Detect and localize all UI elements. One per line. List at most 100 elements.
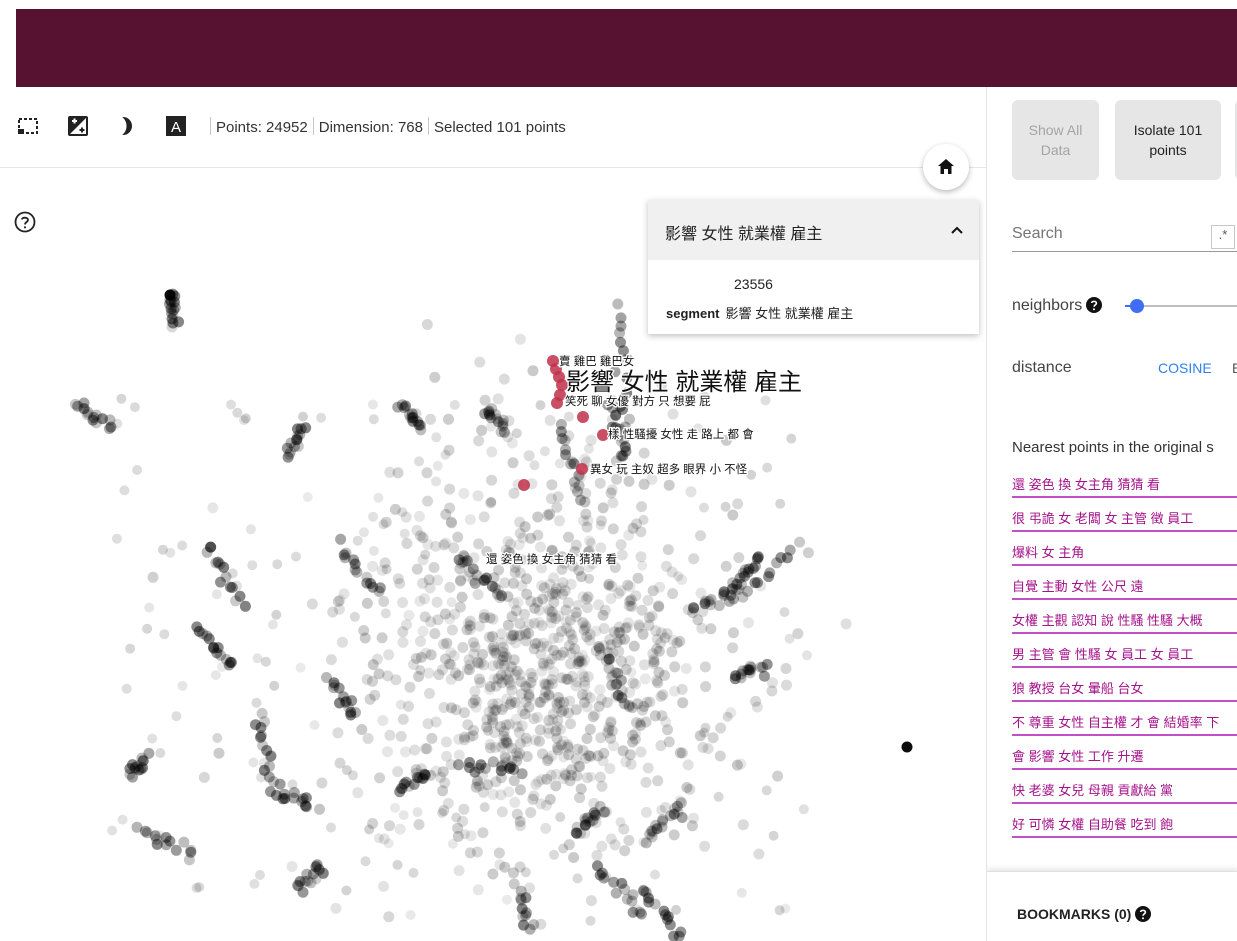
data-point[interactable]	[349, 611, 360, 622]
data-point[interactable]	[495, 426, 507, 438]
data-point[interactable]	[519, 625, 531, 637]
data-point[interactable]	[298, 411, 308, 422]
data-point[interactable]	[274, 778, 286, 790]
data-point[interactable]	[638, 514, 649, 525]
data-point[interactable]	[743, 617, 754, 629]
data-point[interactable]	[330, 902, 342, 914]
data-point[interactable]	[681, 782, 693, 793]
data-point[interactable]	[639, 673, 651, 685]
data-point[interactable]	[532, 711, 543, 723]
data-point[interactable]	[139, 825, 151, 837]
data-point[interactable]	[445, 659, 457, 670]
data-point[interactable]	[239, 600, 251, 612]
data-point[interactable]	[446, 624, 458, 636]
data-point[interactable]	[415, 665, 426, 676]
data-point[interactable]	[460, 829, 470, 840]
data-point[interactable]	[509, 796, 521, 808]
data-point[interactable]	[655, 691, 667, 702]
data-point[interactable]	[378, 596, 390, 607]
data-point[interactable]	[568, 852, 580, 863]
data-point[interactable]	[616, 549, 628, 561]
home-button[interactable]	[923, 144, 969, 190]
data-point[interactable]	[211, 589, 222, 600]
data-point[interactable]	[373, 668, 385, 680]
data-point[interactable]	[597, 502, 609, 514]
data-point[interactable]	[464, 757, 476, 768]
data-point[interactable]	[544, 414, 556, 426]
data-point[interactable]	[332, 727, 344, 739]
data-point[interactable]	[201, 546, 213, 558]
data-point[interactable]	[602, 646, 613, 657]
data-point[interactable]	[563, 411, 574, 422]
data-point[interactable]	[605, 717, 617, 729]
data-point[interactable]	[648, 656, 660, 668]
data-point[interactable]	[112, 418, 123, 429]
data-point[interactable]	[607, 497, 619, 509]
data-point[interactable]	[390, 674, 402, 686]
data-point[interactable]	[669, 661, 681, 673]
data-point[interactable]	[397, 636, 409, 648]
data-point[interactable]	[441, 750, 453, 762]
data-point[interactable]	[617, 745, 629, 757]
data-point[interactable]	[287, 779, 298, 790]
selection-icon[interactable]	[17, 115, 39, 137]
data-point[interactable]	[486, 497, 497, 507]
data-point[interactable]	[727, 642, 739, 654]
data-point[interactable]	[695, 530, 706, 542]
data-point[interactable]	[659, 669, 670, 681]
data-point[interactable]	[514, 737, 526, 749]
data-point[interactable]	[571, 677, 582, 688]
data-point[interactable]	[592, 750, 604, 762]
data-point[interactable]	[519, 708, 531, 720]
data-point[interactable]	[397, 713, 409, 725]
data-point[interactable]	[686, 820, 698, 832]
data-point[interactable]	[247, 560, 258, 571]
data-point[interactable]	[585, 915, 596, 926]
data-point[interactable]	[474, 356, 486, 368]
data-point[interactable]	[623, 699, 635, 711]
data-point[interactable]	[367, 560, 379, 572]
data-point[interactable]	[183, 854, 195, 866]
data-point[interactable]	[794, 536, 806, 548]
data-point[interactable]	[445, 516, 457, 528]
data-point[interactable]	[579, 453, 591, 465]
data-point[interactable]	[425, 413, 436, 425]
outlier-point[interactable]	[166, 321, 178, 333]
data-point[interactable]	[699, 840, 711, 852]
data-point[interactable]	[565, 629, 577, 641]
data-point[interactable]	[732, 498, 744, 510]
data-point[interactable]	[484, 681, 496, 693]
data-point[interactable]	[771, 557, 783, 569]
data-point[interactable]	[419, 593, 430, 605]
data-point[interactable]	[514, 784, 526, 796]
data-point[interactable]	[840, 618, 852, 630]
nearest-point-item[interactable]: 很 弔詭 女 老闆 女 主管 徵 員工	[1012, 501, 1237, 535]
data-point[interactable]	[643, 896, 655, 908]
data-point[interactable]	[213, 747, 225, 759]
data-point[interactable]	[335, 533, 347, 545]
data-point[interactable]	[610, 887, 622, 899]
data-point[interactable]	[546, 678, 558, 690]
data-point[interactable]	[440, 736, 452, 748]
data-point[interactable]	[511, 428, 522, 439]
data-point[interactable]	[605, 487, 617, 499]
data-point[interactable]	[155, 748, 166, 758]
data-point[interactable]	[535, 400, 546, 411]
data-point[interactable]	[415, 651, 427, 663]
data-point[interactable]	[713, 600, 725, 612]
data-point[interactable]	[430, 716, 442, 728]
data-point[interactable]	[514, 816, 526, 827]
slider-thumb[interactable]	[1130, 299, 1144, 313]
data-point[interactable]	[437, 785, 449, 797]
data-point[interactable]	[584, 573, 595, 584]
data-point[interactable]	[217, 661, 227, 672]
data-point[interactable]	[345, 709, 357, 721]
data-point[interactable]	[760, 395, 771, 406]
isolate-points-button[interactable]: Isolate 101 points	[1115, 100, 1221, 180]
selected-point[interactable]	[518, 479, 530, 491]
point-info-header[interactable]: 影響 女性 就業權 雇主	[648, 200, 979, 260]
data-point[interactable]	[492, 658, 504, 670]
data-point[interactable]	[532, 511, 544, 523]
data-point[interactable]	[663, 479, 675, 491]
data-point[interactable]	[377, 715, 389, 726]
